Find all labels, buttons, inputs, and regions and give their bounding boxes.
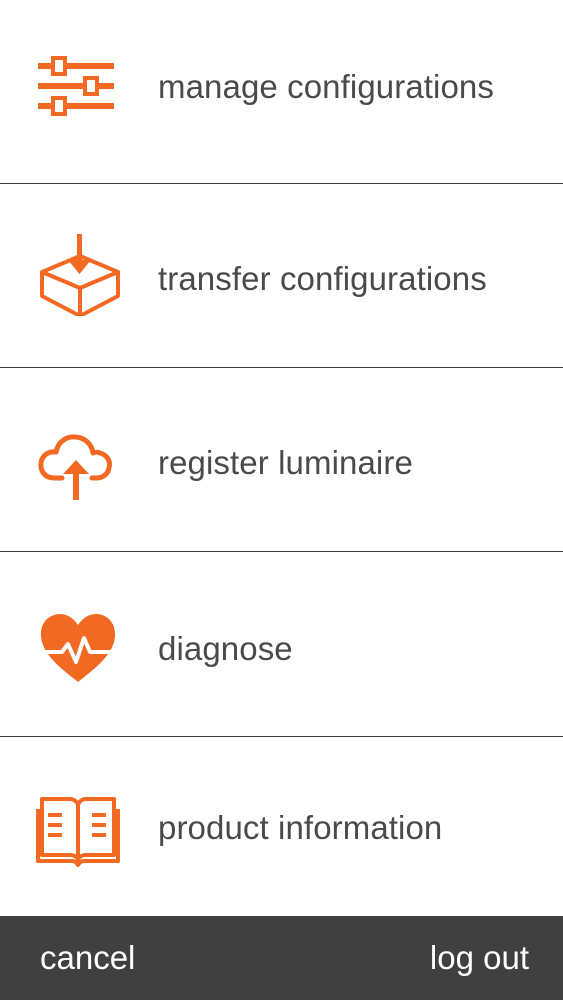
heart-pulse-icon <box>36 608 120 692</box>
menu-item-label: register luminaire <box>158 444 413 481</box>
log-out-button[interactable]: log out <box>430 916 529 1000</box>
bottom-toolbar: cancel log out <box>0 916 563 1000</box>
menu-item-transfer-configurations[interactable]: transfer configurations <box>0 184 563 367</box>
menu-item-label: diagnose <box>158 630 293 667</box>
box-download-icon <box>36 232 120 316</box>
menu-item-label: manage configurations <box>158 68 494 105</box>
sliders-icon <box>36 48 120 132</box>
menu-item-label: transfer configurations <box>158 260 487 297</box>
cancel-button[interactable]: cancel <box>40 916 135 1000</box>
app-screen: manage configurations transfer configura… <box>0 0 563 1000</box>
menu-item-manage-configurations[interactable]: manage configurations <box>0 0 563 183</box>
menu-item-diagnose[interactable]: diagnose <box>0 552 563 735</box>
cloud-upload-icon <box>36 422 120 506</box>
main-menu: manage configurations transfer configura… <box>0 0 563 916</box>
book-icon <box>36 787 120 871</box>
menu-item-label: product information <box>158 809 443 846</box>
menu-item-product-information[interactable]: product information <box>0 737 563 916</box>
menu-item-register-luminaire[interactable]: register luminaire <box>0 368 563 551</box>
